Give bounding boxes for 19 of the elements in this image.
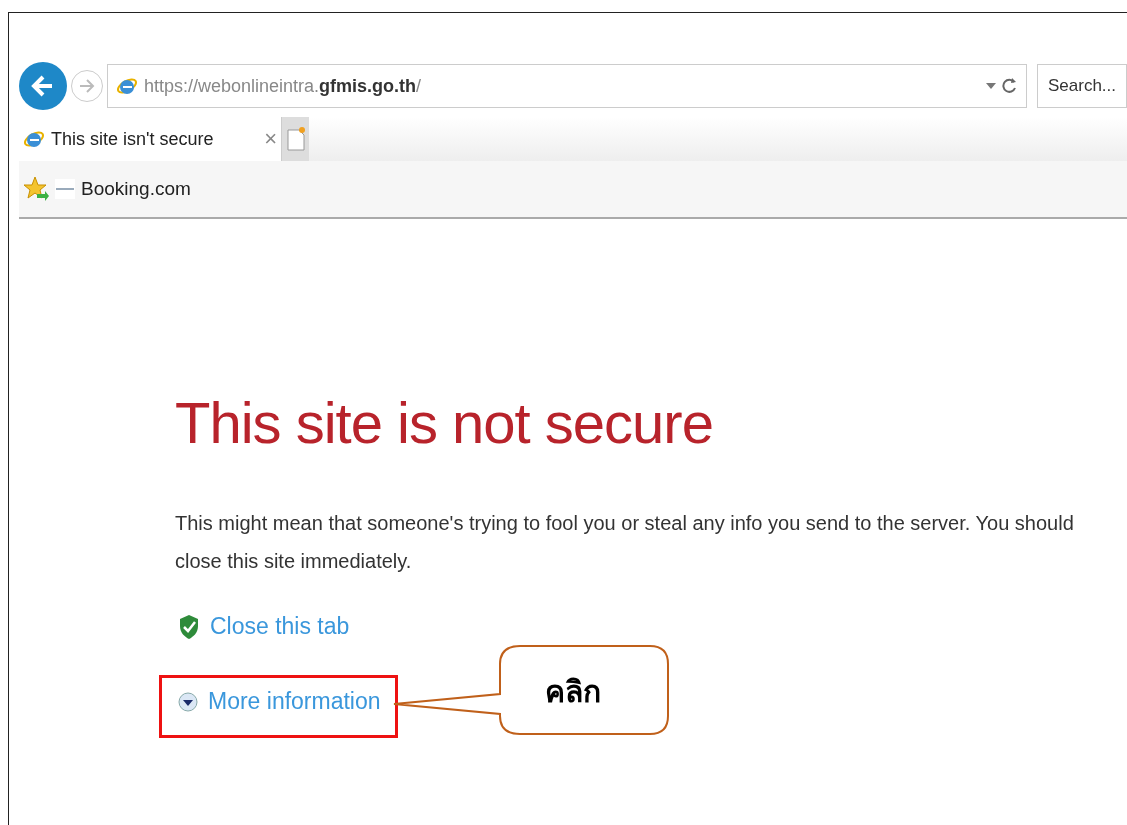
page-icon (286, 127, 305, 151)
callout-text: คลิก (545, 673, 601, 711)
back-button[interactable] (19, 62, 67, 110)
search-field[interactable]: Search... (1037, 64, 1127, 108)
url-text: https://webonlineintra.gfmis.go.th/ (144, 75, 423, 97)
star-icon[interactable] (23, 176, 49, 202)
new-tab-button[interactable] (281, 117, 309, 161)
tab-title: This site isn't secure (51, 128, 214, 150)
refresh-icon[interactable] (1002, 76, 1018, 96)
shield-check-icon (178, 613, 200, 640)
page-heading: This site is not secure (175, 389, 714, 456)
favorite-link[interactable]: Booking.com (55, 178, 191, 200)
arrow-right-icon (78, 77, 96, 95)
expand-icon (178, 691, 198, 712)
close-tab-button[interactable]: × (264, 126, 277, 152)
site-icon (55, 179, 75, 199)
dropdown-icon[interactable] (986, 83, 996, 89)
address-bar[interactable]: https://webonlineintra.gfmis.go.th/ (107, 64, 1027, 108)
warning-message: This might mean that someone's trying to fool you or steal any info you send to the server. You should close this site immediately. (175, 511, 1075, 574)
